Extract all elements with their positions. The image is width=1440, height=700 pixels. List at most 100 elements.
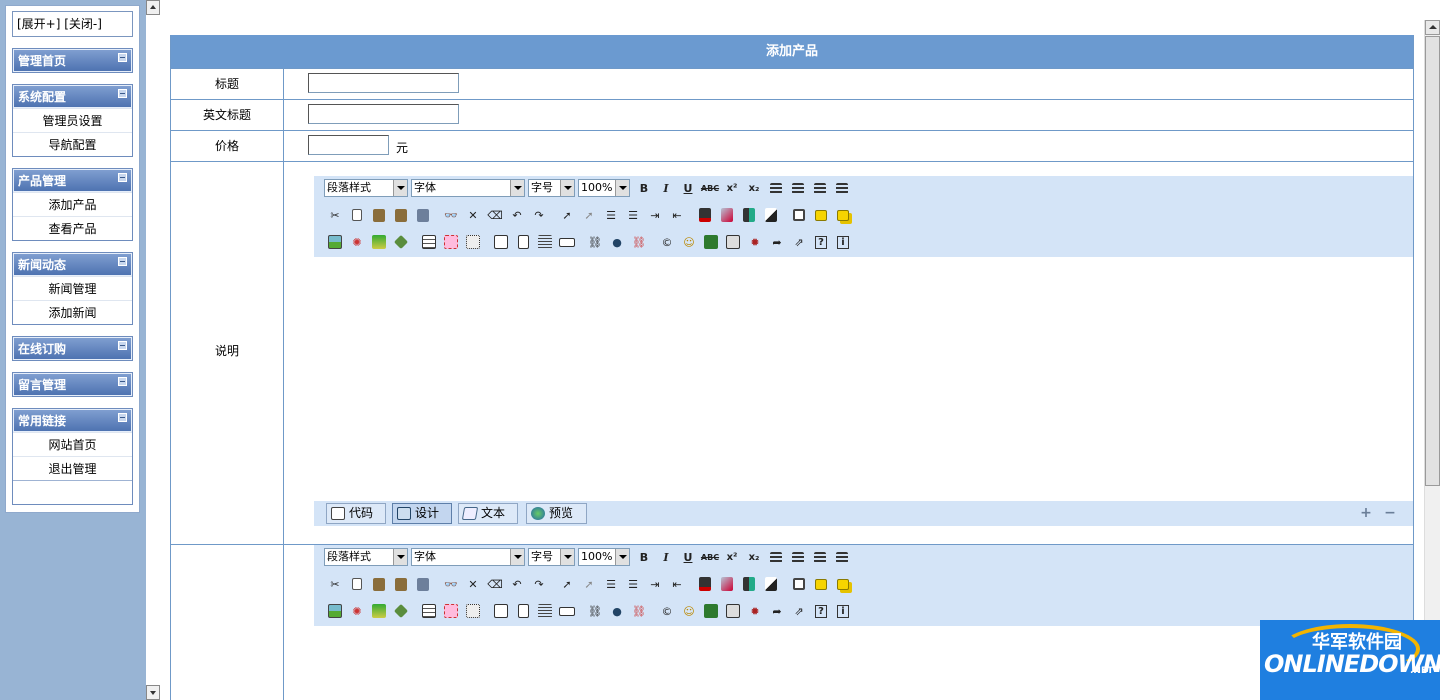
font-size-select[interactable]: 字号 bbox=[528, 548, 575, 566]
menu-head-news[interactable]: 新闻动态 bbox=[13, 253, 132, 276]
undo-button[interactable]: ↶ bbox=[506, 574, 528, 594]
page-props-button[interactable] bbox=[512, 232, 534, 252]
find-button[interactable]: 👓 bbox=[440, 205, 462, 225]
excel-button[interactable] bbox=[700, 232, 722, 252]
macro-button[interactable]: ✹ bbox=[744, 232, 766, 252]
font-select[interactable]: 字体 bbox=[411, 548, 525, 566]
menu-head-system[interactable]: 系统配置 bbox=[13, 85, 132, 108]
fullscreen-button[interactable]: ⇗ bbox=[788, 601, 810, 621]
paste-button[interactable] bbox=[368, 574, 390, 594]
insert-image-button[interactable] bbox=[324, 601, 346, 621]
import-button[interactable]: ➦ bbox=[766, 601, 788, 621]
collapse-icon[interactable] bbox=[118, 341, 127, 350]
mode-tab-text[interactable]: 文本 bbox=[458, 503, 518, 524]
help-button[interactable]: ? bbox=[810, 601, 832, 621]
shrink-editor-icon[interactable]: − bbox=[1383, 506, 1397, 521]
font-color-button[interactable] bbox=[694, 574, 716, 594]
expand-collapse-toggle[interactable]: [展开+] [关闭-] bbox=[12, 11, 133, 37]
eraser-button[interactable]: ⌫ bbox=[484, 205, 506, 225]
ordered-list-button[interactable]: ☰ bbox=[600, 205, 622, 225]
macro-button[interactable]: ✹ bbox=[744, 601, 766, 621]
price-input[interactable] bbox=[308, 135, 389, 155]
paste-word-button[interactable] bbox=[412, 205, 434, 225]
copy-button[interactable] bbox=[346, 205, 368, 225]
vertical-scrollbar[interactable] bbox=[1424, 20, 1440, 700]
paste-word-button[interactable] bbox=[412, 574, 434, 594]
paste-text-button[interactable] bbox=[390, 205, 412, 225]
insert-media-button[interactable] bbox=[368, 232, 390, 252]
insert-table-button[interactable] bbox=[418, 232, 440, 252]
about-button[interactable]: i bbox=[832, 232, 854, 252]
menu-item-logout[interactable]: 退出管理 bbox=[13, 456, 132, 480]
font-color-button[interactable] bbox=[694, 205, 716, 225]
title-input[interactable] bbox=[308, 73, 459, 93]
select-all-button[interactable]: ➚ bbox=[556, 574, 578, 594]
second-content-area[interactable] bbox=[314, 626, 1413, 700]
anchor-button[interactable]: ● bbox=[606, 232, 628, 252]
align-right-button[interactable] bbox=[809, 178, 831, 198]
outdent-button[interactable]: ⇤ bbox=[666, 205, 688, 225]
scrollbar-thumb[interactable] bbox=[1425, 36, 1440, 486]
about-button[interactable]: i bbox=[832, 601, 854, 621]
insert-flash-button[interactable]: ✺ bbox=[346, 601, 368, 621]
align-right-button[interactable] bbox=[809, 547, 831, 567]
collapse-icon[interactable] bbox=[118, 89, 127, 98]
insert-file-button[interactable] bbox=[390, 232, 412, 252]
ordered-list-button[interactable]: ☰ bbox=[600, 574, 622, 594]
outdent-button[interactable]: ⇤ bbox=[666, 574, 688, 594]
horizontal-rule-button[interactable] bbox=[534, 232, 556, 252]
strikethrough-button[interactable]: ABC bbox=[699, 547, 721, 567]
menu-head-message[interactable]: 留言管理 bbox=[13, 373, 132, 396]
insert-div-button[interactable] bbox=[490, 232, 512, 252]
menu-item-add-product[interactable]: 添加产品 bbox=[13, 192, 132, 216]
en-title-input[interactable] bbox=[308, 104, 459, 124]
date-button[interactable] bbox=[722, 601, 744, 621]
subscript-button[interactable]: x₂ bbox=[743, 547, 765, 567]
insert-div-button[interactable] bbox=[490, 601, 512, 621]
menu-item-news-manage[interactable]: 新闻管理 bbox=[13, 276, 132, 300]
date-button[interactable] bbox=[722, 232, 744, 252]
font-size-select[interactable]: 字号 bbox=[528, 179, 575, 197]
align-left-button[interactable] bbox=[765, 547, 787, 567]
unordered-list-button[interactable]: ☰ bbox=[622, 574, 644, 594]
table-props-button[interactable] bbox=[440, 601, 462, 621]
copy-button[interactable] bbox=[346, 574, 368, 594]
italic-button[interactable]: I bbox=[655, 178, 677, 198]
special-char-button[interactable]: © bbox=[656, 601, 678, 621]
expand-editor-icon[interactable]: + bbox=[1359, 506, 1373, 521]
split-up-arrow-icon[interactable] bbox=[146, 0, 160, 15]
indent-button[interactable]: ⇥ bbox=[644, 205, 666, 225]
cell-props-button[interactable] bbox=[462, 232, 484, 252]
unlink-button[interactable]: ⛓ bbox=[628, 232, 650, 252]
emoticon-button[interactable]: ☺ bbox=[678, 232, 700, 252]
underline-button[interactable]: U bbox=[677, 178, 699, 198]
insert-file-button[interactable] bbox=[390, 601, 412, 621]
justify-button[interactable] bbox=[831, 547, 853, 567]
marquee-button[interactable] bbox=[556, 232, 578, 252]
collapse-icon[interactable] bbox=[118, 257, 127, 266]
split-down-arrow-icon[interactable] bbox=[146, 685, 160, 700]
paste-text-button[interactable] bbox=[390, 574, 412, 594]
excel-button[interactable] bbox=[700, 601, 722, 621]
marquee-button[interactable] bbox=[556, 601, 578, 621]
undo-button[interactable]: ↶ bbox=[506, 205, 528, 225]
note-button[interactable] bbox=[810, 205, 832, 225]
background-color-button[interactable] bbox=[738, 205, 760, 225]
unselect-button[interactable]: ➚ bbox=[578, 574, 600, 594]
superscript-button[interactable]: x² bbox=[721, 547, 743, 567]
insert-image-button[interactable] bbox=[324, 232, 346, 252]
menu-head-home[interactable]: 管理首页 bbox=[13, 49, 132, 72]
help-button[interactable]: ? bbox=[810, 232, 832, 252]
select-all-button[interactable]: ➚ bbox=[556, 205, 578, 225]
insert-flash-button[interactable]: ✺ bbox=[346, 232, 368, 252]
menu-head-links[interactable]: 常用链接 bbox=[13, 409, 132, 432]
format-brush-button[interactable] bbox=[760, 574, 782, 594]
highlight-button[interactable] bbox=[716, 574, 738, 594]
menu-item-admin-settings[interactable]: 管理员设置 bbox=[13, 108, 132, 132]
insert-table-button[interactable] bbox=[418, 601, 440, 621]
menu-item-view-product[interactable]: 查看产品 bbox=[13, 216, 132, 240]
delete-button[interactable]: ✕ bbox=[462, 574, 484, 594]
collapse-icon[interactable] bbox=[118, 53, 127, 62]
redo-button[interactable]: ↷ bbox=[528, 205, 550, 225]
paragraph-style-select[interactable]: 段落样式 bbox=[324, 548, 408, 566]
